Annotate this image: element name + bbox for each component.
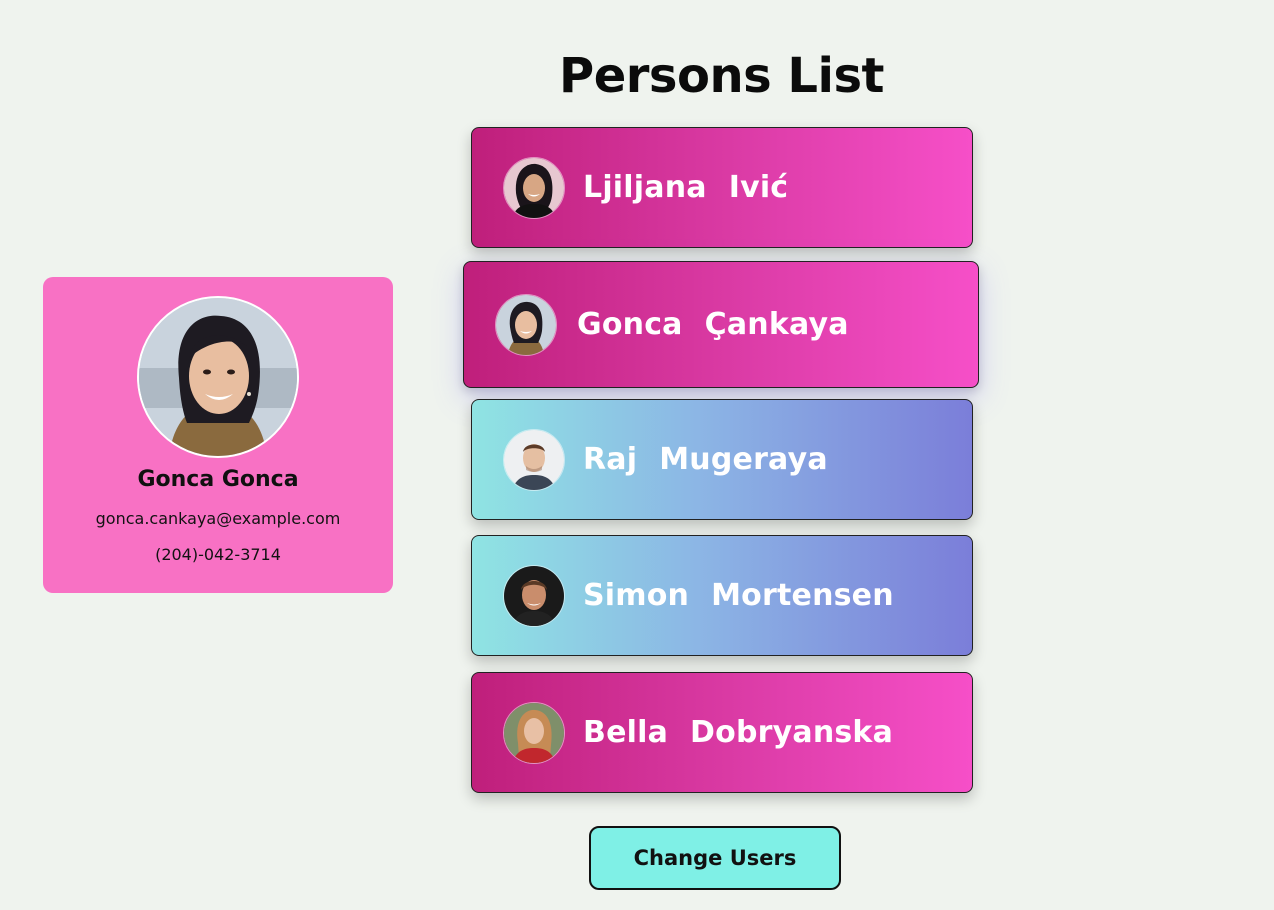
- person-detail-name: Gonca Gonca: [137, 467, 299, 492]
- person-card[interactable]: Simon Mortensen: [471, 535, 973, 656]
- person-last-name: Çankaya: [704, 307, 849, 342]
- page-title: Persons List: [559, 48, 884, 104]
- person-name: Ljiljana Ivić: [583, 170, 788, 205]
- person-name: Raj Mugeraya: [583, 442, 828, 477]
- person-first-name: Simon: [583, 578, 690, 613]
- person-card[interactable]: Ljiljana Ivić: [471, 127, 973, 248]
- person-name: Gonca Çankaya: [577, 307, 849, 342]
- change-users-button[interactable]: Change Users: [589, 826, 841, 890]
- person-first-name: Ljiljana: [583, 170, 707, 205]
- person-avatar: [495, 293, 557, 356]
- person-avatar: [503, 564, 565, 627]
- person-first-name: Gonca: [577, 307, 683, 342]
- person-detail-card: Gonca Gonca gonca.cankaya@example.com (2…: [43, 277, 393, 593]
- person-avatar: [503, 428, 565, 491]
- person-first-name: Bella: [583, 715, 669, 750]
- person-avatar: [503, 701, 565, 764]
- person-card[interactable]: Bella Dobryanska: [471, 672, 973, 793]
- person-avatar: [503, 156, 565, 219]
- person-detail-email: gonca.cankaya@example.com: [95, 509, 341, 528]
- person-card[interactable]: Raj Mugeraya: [471, 399, 973, 520]
- person-card[interactable]: Gonca Çankaya: [463, 261, 979, 388]
- person-name: Bella Dobryanska: [583, 715, 893, 750]
- person-detail-avatar: [137, 296, 299, 458]
- person-last-name: Mortensen: [711, 578, 894, 613]
- person-last-name: Dobryanska: [690, 715, 894, 750]
- person-last-name: Ivić: [728, 170, 789, 205]
- person-last-name: Mugeraya: [659, 442, 828, 477]
- person-detail-phone: (204)-042-3714: [155, 545, 281, 564]
- person-name: Simon Mortensen: [583, 578, 894, 613]
- person-first-name: Raj: [583, 442, 638, 477]
